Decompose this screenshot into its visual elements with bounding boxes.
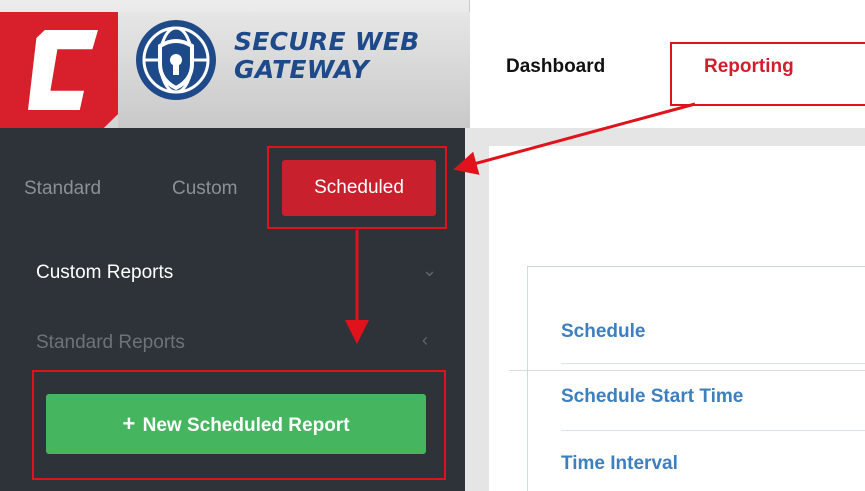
divider [561, 430, 865, 431]
chevron-left-icon: ‹ [422, 330, 428, 350]
product-logo-text: SECURE WEB GATEWAY [234, 28, 419, 84]
sidebar: Standard Custom Scheduled Custom Reports… [0, 128, 465, 491]
subtab-standard[interactable]: Standard [24, 178, 101, 200]
annotation-highlight-scheduled [267, 146, 447, 229]
new-scheduled-report-label: New Scheduled Report [142, 415, 350, 436]
sidebar-item-standard-reports[interactable]: Standard Reports ‹ [0, 322, 465, 362]
shield-globe-icon [136, 20, 216, 100]
divider [561, 363, 865, 364]
plus-icon: + [122, 411, 136, 436]
header-logo-area: SECURE WEB GATEWAY [0, 0, 470, 128]
annotation-highlight-reporting [670, 42, 865, 106]
field-label-schedule-start-time: Schedule Start Time [561, 386, 744, 407]
logo-line-1: SECURE WEB [234, 27, 420, 56]
sidebar-item-label: Standard Reports [36, 332, 185, 353]
tab-dashboard[interactable]: Dashboard [506, 56, 605, 78]
chevron-down-icon: ⌄ [422, 260, 438, 280]
logo-line-2: GATEWAY [234, 55, 369, 84]
subtab-custom[interactable]: Custom [172, 178, 237, 200]
field-label-time-interval: Time Interval [561, 453, 678, 474]
sidebar-item-custom-reports[interactable]: Custom Reports ⌄ [0, 252, 465, 292]
comodo-logo-block [0, 12, 118, 128]
new-scheduled-report-button[interactable]: + New Scheduled Report [46, 394, 426, 454]
field-label-schedule: Schedule [561, 321, 646, 342]
main-content: Schedule Schedule Start Time Time Interv… [465, 128, 865, 491]
sidebar-item-label: Custom Reports [36, 262, 174, 283]
